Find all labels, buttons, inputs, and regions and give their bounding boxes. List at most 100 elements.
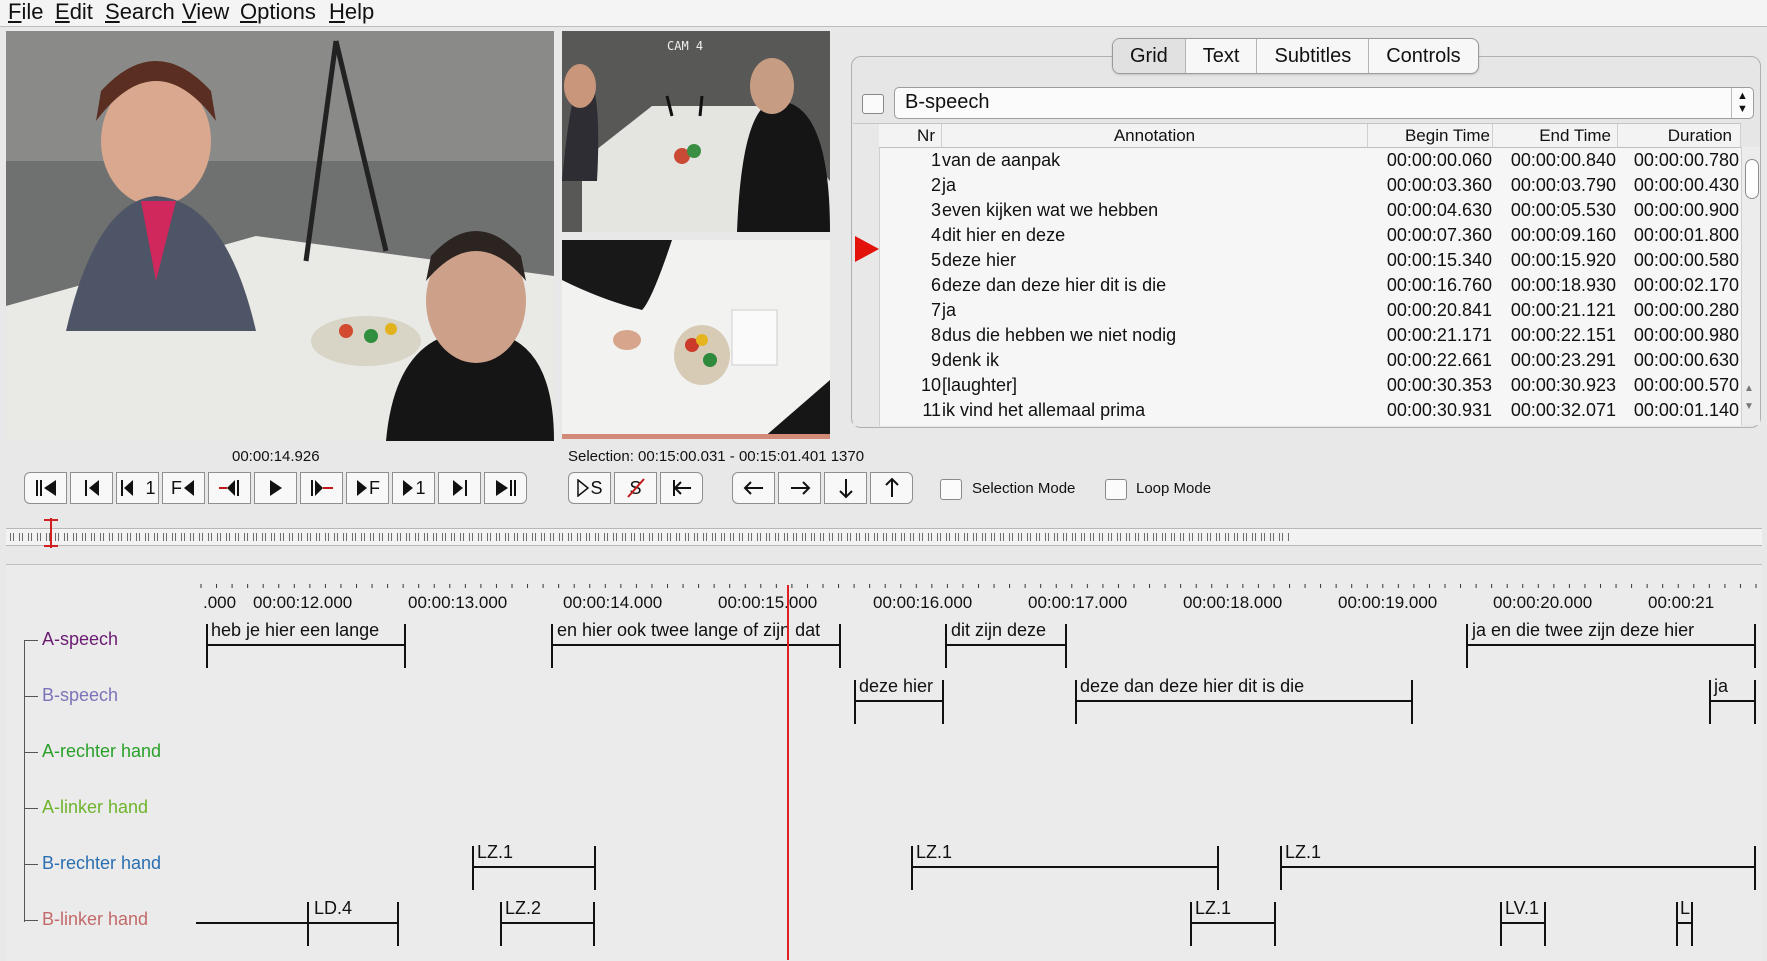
camera-4-video[interactable]: CAM 4 [562,31,830,232]
table-row[interactable]: 4 dit hier en deze 00:00:07.360 00:00:09.16… [853,223,1741,248]
table-row[interactable]: 11 ik vind het allemaal prima 00:00:30.931… [853,398,1741,423]
annotation-b-speech-3[interactable] [1709,680,1756,724]
loop-mode-label: Loop Mode [1136,480,1212,497]
menu-search[interactable]: Search [105,0,175,24]
ruler-time-label: 00:00:18.000 [1183,593,1283,612]
annotation-b-speech-1[interactable] [854,680,944,724]
table-row[interactable]: 10 [laughter] 00:00:30.353 00:00:30.923 00:0… [853,373,1741,398]
next-second-button[interactable]: 1 [392,472,435,504]
table-row[interactable]: 5 deze hier 00:00:15.340 00:00:15.920 00:00:… [853,248,1741,273]
annotation-label: ja [1714,676,1729,696]
tab-text[interactable]: Text [1186,39,1258,73]
tier-label[interactable]: B-speech [42,685,118,706]
clear-selection-button[interactable]: S [614,472,657,504]
tier-label[interactable]: A-speech [42,629,118,650]
go-to-end-icon [495,480,516,496]
cell-nr: 3 [930,200,941,220]
tier-label[interactable]: B-rechter hand [42,853,161,874]
tier-checkbox[interactable] [862,94,884,114]
loop-mode-checkbox[interactable] [1105,479,1127,500]
table-row[interactable]: 2 ja 00:00:03.360 00:00:03.790 00:00:00.430 [853,173,1741,198]
menu-help[interactable]: Help [329,0,374,24]
selection-boundary-button[interactable] [660,472,703,504]
cell-duration: 00:00:00.980 [1633,325,1739,345]
menu-view-mnemonic: V [182,0,197,24]
annotation-b-linker-2[interactable] [500,902,595,946]
next-scrollview-button[interactable] [438,472,481,504]
next-annotation-button[interactable] [778,472,821,504]
annotation-a-speech-2[interactable] [551,624,841,668]
scrollbar-thumb[interactable] [1745,159,1759,199]
cell-duration: 00:00:02.170 [1633,275,1739,295]
next-frame-glyph: F [369,477,380,498]
previous-scrollview-button[interactable] [70,472,113,504]
annotation-below-button[interactable] [824,472,867,504]
annotation-b-linker-3[interactable] [1190,902,1276,946]
previous-pixel-button[interactable] [208,472,251,504]
tier-label[interactable]: A-rechter hand [42,741,161,762]
annotation-label: LZ.2 [505,898,542,918]
table-row[interactable]: 8 dus die hebben we niet nodig 00:00:21.17… [853,323,1741,348]
overhead-video[interactable] [562,240,830,439]
annotation-a-speech-4[interactable] [1466,624,1756,668]
tier-label[interactable]: A-linker hand [42,797,148,818]
annotation-b-rechter-1[interactable] [472,846,596,890]
scroll-down-icon[interactable]: ▼ [1744,401,1754,412]
menu-edit[interactable]: Edit [55,0,93,24]
cell-duration: 00:00:00.780 [1633,150,1739,170]
col-header-annotation[interactable]: Annotation [942,124,1368,148]
annotation-b-linker-4[interactable] [1500,902,1546,946]
table-row[interactable]: 3 even kijken wat we hebben 00:00:04.630 00… [853,198,1741,223]
scroll-up-icon[interactable]: ▲ [1744,383,1754,394]
annotation-b-linker-5[interactable] [1676,902,1693,946]
overhead-frame [562,240,830,439]
table-row[interactable]: 7 ja 00:00:20.841 00:00:21.121 00:00:00.280 [853,298,1741,323]
tier-label[interactable]: B-linker hand [42,909,148,930]
tab-subtitles[interactable]: Subtitles [1257,39,1370,73]
col-header-duration[interactable]: Duration [1618,124,1741,148]
cell-annotation: ja [942,175,957,195]
table-row[interactable]: 9 denk ik 00:00:22.661 00:00:23.291 00:00:00… [853,348,1741,373]
timeline-overview[interactable] [6,528,1762,546]
previous-frame-button[interactable]: F [162,472,205,504]
next-frame-button[interactable]: F [346,472,389,504]
playback-crosshair[interactable] [787,585,789,960]
selection-mode-checkbox[interactable] [940,479,962,500]
ruler-time-label: 00:00:20.000 [1493,593,1593,612]
annotation-b-rechter-3[interactable] [1280,846,1756,890]
annotation-b-linker-continuation[interactable] [196,922,308,924]
annotation-b-speech-2[interactable] [1075,680,1413,724]
table-row[interactable]: 6 deze dan deze hier dit is die 00:00:16.7… [853,273,1741,298]
play-selection-glyph: S [590,477,603,498]
annotation-a-speech-3[interactable] [945,624,1067,668]
tab-grid[interactable]: Grid [1113,39,1186,73]
go-to-begin-button[interactable] [24,472,67,504]
menu-file[interactable]: File [8,0,43,24]
tier-select[interactable]: B-speech ▲ ▼ [894,87,1754,119]
tab-controls[interactable]: Controls [1369,39,1477,73]
col-header-begin-time[interactable]: Begin Time [1368,124,1493,148]
table-scrollbar[interactable]: ▲ ▼ [1741,147,1760,425]
play-selection-button[interactable]: S [568,472,611,504]
main-video[interactable] [6,31,554,441]
table-row[interactable]: 1 van de aanpak 00:00:00.060 00:00:00.840 00… [853,148,1741,173]
cell-annotation: deze dan deze hier dit is die [942,275,1167,295]
current-annotation-marker-icon [855,236,879,262]
menu-options[interactable]: Options [240,0,316,24]
annotation-b-linker-1[interactable] [307,902,399,946]
annotation-label: LV.1 [1505,898,1540,918]
previous-annotation-button[interactable] [732,472,775,504]
go-to-end-button[interactable] [484,472,527,504]
cell-end-time: 00:00:05.530 [1510,200,1616,220]
col-header-end-time[interactable]: End Time [1493,124,1618,148]
previous-second-button[interactable]: 1 [116,472,159,504]
play-button[interactable] [254,472,297,504]
annotation-above-button[interactable] [870,472,913,504]
next-pixel-button[interactable] [300,472,343,504]
menu-file-mnemonic: F [8,0,22,24]
annotation-b-rechter-2[interactable] [911,846,1219,890]
col-header-nr[interactable]: Nr [879,124,942,148]
annotation-a-speech-1[interactable] [206,624,406,668]
overview-cursor-icon[interactable] [44,518,58,548]
menu-view[interactable]: View [182,0,229,24]
